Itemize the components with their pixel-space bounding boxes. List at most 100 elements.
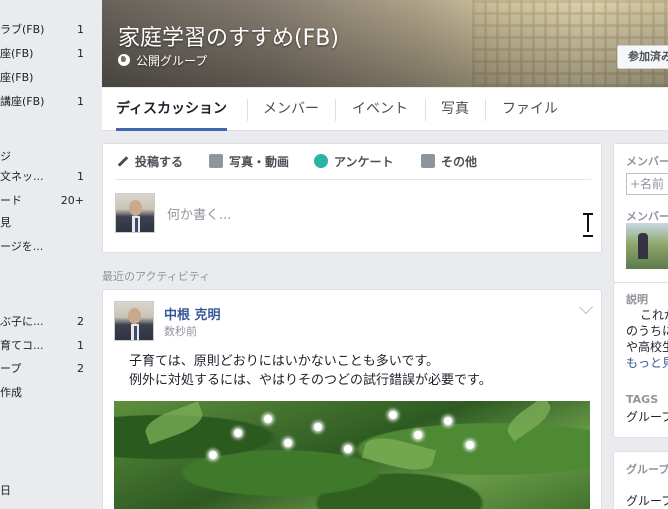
post-text: 子育ては、原則どおりにはいかないことも多いです。 例外に対処するには、やはりその… [129,352,492,390]
sidebar-item[interactable]: 作成 [0,383,96,403]
group-privacy-label: 公開グループ [136,54,208,68]
photo-flower [344,445,352,453]
member-photo-person [638,233,648,259]
composer-actions: 投稿する 写真・動画 アンケート その他 [115,152,591,180]
group-tabs: ディスカッション メンバー イベント 写真 ファイル [102,88,668,131]
photo-leaf [141,401,207,445]
tab-photos[interactable]: 写真 [441,88,469,131]
post-photo[interactable] [114,401,590,509]
sidebar-item-count: 1 [77,95,84,108]
members-card: メンバー +名前 メンバー [613,143,668,283]
description-line: これが [640,308,668,322]
members-heading-2: メンバー [626,210,668,223]
sidebar-item-count: 1 [77,23,84,36]
sidebar-item-label: ープ [0,362,22,375]
sidebar-item-label: 作成 [0,386,22,399]
member-photo[interactable] [626,223,668,269]
photo-flower [284,439,292,447]
group-type-card: グループ グループ [613,451,668,509]
sidebar-item[interactable]: ージを... [0,237,96,257]
globe-icon [118,54,130,66]
sidebar-item[interactable]: ープ 2 [0,359,96,379]
tags-heading: TAGS [626,393,659,406]
poll-label: アンケート [334,155,394,169]
post-author-name[interactable]: 中根 克明 [164,304,221,323]
photo-flower [209,451,217,459]
sidebar-item-label: 講座(FB) [0,95,45,108]
avatar[interactable] [115,193,155,233]
composer-input[interactable]: 何か書く... [167,204,231,223]
group-type-value: グループ [626,494,668,508]
avatar-tie [135,218,138,232]
photo-video-button[interactable]: 写真・動画 [209,152,289,180]
description-line: や高校生 [626,340,668,354]
sidebar-item-label: ージを... [0,240,44,253]
sidebar-item-count: 1 [77,339,84,352]
group-cover-photo: 家庭学習のすすめ(FB) 公開グループ 参加済み [102,0,668,87]
sidebar-item[interactable]: 座(FB) [0,68,96,88]
post-tab-label: 投稿する [135,155,184,169]
tab-divider [247,99,248,121]
avatar-face [129,200,142,216]
photo-flower [264,415,272,423]
sidebar-item[interactable]: 見 [0,213,96,233]
sidebar-item-label: 文ネッ... [0,170,44,183]
photo-video-label: 写真・動画 [229,155,290,169]
sidebar-item[interactable]: ラブ(FB) 1 [0,20,96,40]
sidebar-item[interactable]: 講座(FB) 1 [0,92,96,112]
sidebar-item-count: 20+ [60,194,84,207]
tab-divider [335,99,336,121]
group-type-heading: グループ [626,463,668,476]
sidebar-item[interactable]: 座(FB) 1 [0,44,96,64]
photo-leaf [502,401,556,442]
members-heading: メンバー [626,155,668,168]
add-member-input[interactable]: +名前 [626,173,668,195]
tab-divider [485,99,486,121]
photo-flower [314,423,322,431]
post-text-line: 子育ては、原則どおりにはいかないことも多いです。 [129,354,440,369]
tab-discussion[interactable]: ディスカッション [116,88,228,131]
sidebar-item-count: 2 [77,315,84,328]
sidebar-item[interactable]: ード 20+ [0,191,96,211]
sidebar-item[interactable]: ジ [0,147,96,167]
sidebar-item-count: 1 [77,170,84,183]
more-button[interactable]: その他 [421,152,477,180]
joined-button[interactable]: 参加済み [617,45,668,69]
sidebar-item-label: 育てコ... [0,339,44,352]
post-composer: 投稿する 写真・動画 アンケート その他 何か書く... [102,143,602,253]
photo-flower [466,441,474,449]
sidebar-item-label: ード [0,194,22,207]
sidebar-item[interactable]: 日 [0,481,96,501]
group-title[interactable]: 家庭学習のすすめ(FB) [118,20,339,52]
more-icon [421,154,435,168]
sidebar-item-label: ジ [0,150,11,163]
photo-flower [444,417,452,425]
description-card: 説明 これが のうちに や高校生 もっと見 TAGS グループ [613,283,668,438]
tab-files[interactable]: ファイル [502,88,558,131]
post-text-line: 例外に対処するには、やはりそのつどの試行錯誤が必要です。 [129,373,492,388]
avatar-tie [134,326,137,340]
post-tab-button[interactable]: 投稿する [115,152,183,180]
avatar-face [128,308,141,324]
tab-members[interactable]: メンバー [263,88,319,131]
pencil-icon [115,154,129,168]
tab-events[interactable]: イベント [352,88,408,131]
description-heading: 説明 [626,293,648,306]
sidebar-item[interactable]: 文ネッ... 1 [0,167,96,187]
photo-flower [389,411,397,419]
poll-icon [314,154,328,168]
post-author-avatar[interactable] [114,301,154,341]
photo-leaf [361,432,437,476]
left-sidebar: ラブ(FB) 1 座(FB) 1 座(FB) 講座(FB) 1 ジ 文ネッ... 1 ー… [0,0,96,509]
poll-button[interactable]: アンケート [314,152,394,180]
group-privacy: 公開グループ [118,52,207,69]
sidebar-item-label: 座(FB) [0,71,34,84]
photo-flower [414,431,422,439]
sidebar-item[interactable]: ぶ子に... 2 [0,312,96,332]
sidebar-item[interactable]: 育てコ... 1 [0,336,96,356]
post-timestamp[interactable]: 数秒前 [164,323,197,339]
see-more-link[interactable]: もっと見 [626,354,668,371]
description-line: のうちに [626,324,668,338]
tags-value[interactable]: グループ [626,408,668,425]
chevron-down-icon[interactable] [578,299,594,315]
